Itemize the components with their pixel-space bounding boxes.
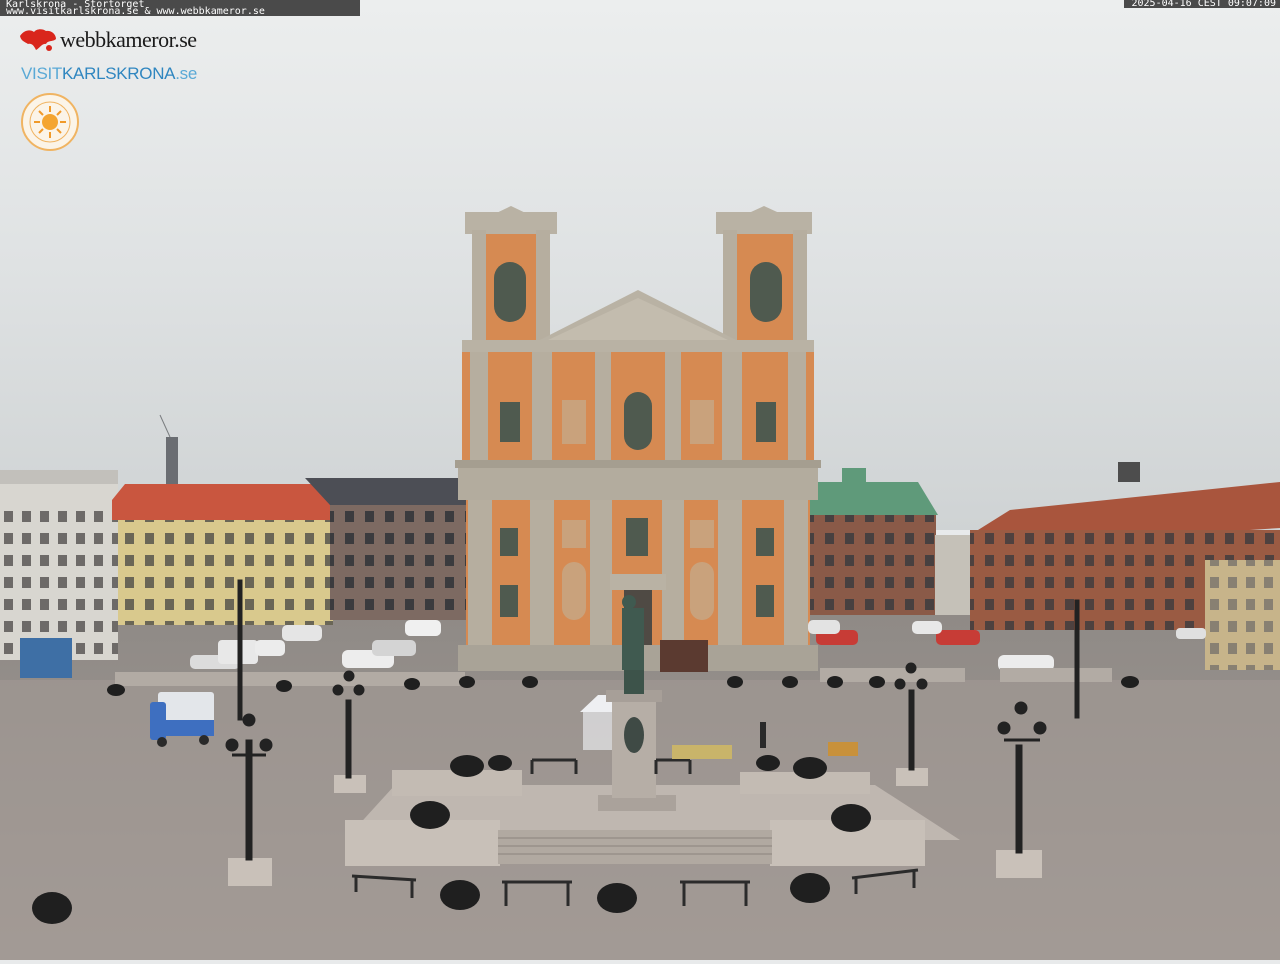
camera-timestamp: 2025-04-16 CEST 09:07:09	[1124, 0, 1280, 8]
world-map-icon	[18, 26, 58, 54]
webbkameror-label: webbkameror.se	[60, 27, 197, 53]
camera-caption: Karlskrona - Stortorgetwww.visitkarlskro…	[0, 0, 360, 16]
visit-suffix: .se	[175, 64, 197, 83]
webcam-image	[0, 0, 1280, 960]
copper-roof-building	[806, 468, 938, 615]
visit-prefix: VISIT	[21, 64, 62, 83]
left-white-building	[0, 470, 118, 660]
visitkarlskrona-logo[interactable]: VISITKARLSKRONA.se	[21, 64, 197, 84]
sun-seal-icon	[20, 92, 80, 152]
town-square-scene	[0, 0, 1280, 960]
caption-line-2: www.visitkarlskrona.se & www.webbkameror…	[6, 8, 360, 15]
yellow-building	[112, 484, 335, 625]
visit-name: KARLSKRONA	[62, 64, 175, 83]
webbkameror-logo[interactable]: webbkameror.se VISITKARLSKRONA.se	[18, 26, 197, 54]
